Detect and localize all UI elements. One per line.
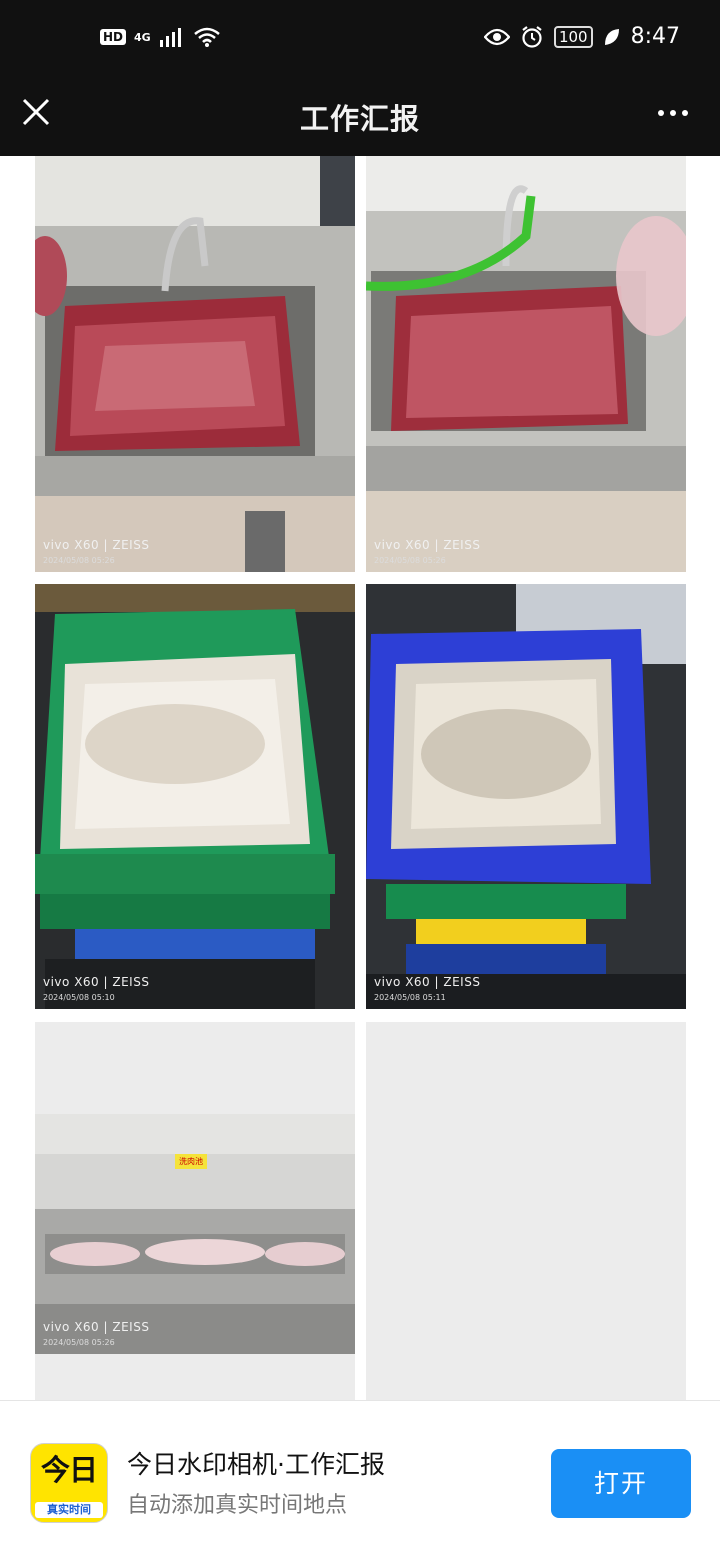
alarm-icon	[522, 25, 542, 48]
status-bar: HD 4G 100 8:47	[0, 0, 720, 84]
photo-4-date: 2024/05/08 05:11	[374, 993, 446, 1002]
app-icon[interactable]: 今日 真实时间	[30, 1443, 108, 1523]
banner-subtitle: 自动添加真实时间地点	[127, 1493, 348, 1518]
photo-4-image	[366, 584, 686, 1009]
photo-5-image	[35, 1114, 355, 1354]
photo-2-image	[366, 156, 686, 572]
photo-4-brand: vivo X60 | ZEISS	[374, 975, 481, 989]
photo-3-date: 2024/05/08 05:10	[43, 993, 115, 1002]
battery-level: 100	[558, 27, 588, 46]
hd-badge: HD	[100, 29, 127, 45]
battery-icon: 100	[553, 25, 593, 48]
photo-1-date: 2024/05/08 05:26	[43, 556, 115, 565]
app-icon-top: 今日	[40, 1453, 98, 1487]
photo-1-image	[35, 156, 355, 572]
nav-bar: 工作汇报	[0, 84, 720, 156]
signal-icon	[159, 28, 181, 47]
photo-5-date: 2024/05/08 05:26	[43, 1338, 115, 1347]
photo-grid[interactable]: vivo X60 | ZEISS 2024/05/08 05:26 vivo X…	[0, 156, 720, 1400]
photo-2[interactable]: vivo X60 | ZEISS 2024/05/08 05:26	[366, 156, 686, 572]
banner-title: 今日水印相机·工作汇报	[127, 1450, 385, 1479]
photo-2-brand: vivo X60 | ZEISS	[374, 538, 481, 552]
network-label: 4G	[134, 30, 151, 44]
wifi-icon	[193, 27, 220, 47]
photo-3-image	[35, 584, 355, 1009]
more-icon[interactable]	[658, 110, 688, 116]
photo-5[interactable]: 洗肉池 vivo X60 | ZEISS 2024/05/08 05:26	[35, 1114, 355, 1354]
app-icon-sub: 真实时间	[35, 1502, 103, 1518]
page-title: 工作汇报	[299, 102, 420, 136]
status-right: 100 8:47	[483, 24, 680, 49]
photo-4[interactable]: vivo X60 | ZEISS 2024/05/08 05:11	[366, 584, 686, 1009]
photo-3-brand: vivo X60 | ZEISS	[43, 975, 150, 989]
app-banner: 今日 真实时间 今日水印相机·工作汇报 自动添加真实时间地点 打开	[0, 1400, 720, 1560]
leaf-icon	[604, 28, 619, 45]
photo-2-date: 2024/05/08 05:26	[374, 556, 446, 565]
photo-5-brand: vivo X60 | ZEISS	[43, 1320, 150, 1334]
status-left: HD 4G	[100, 26, 221, 48]
sink-sign: 洗肉池	[179, 1157, 203, 1166]
status-time: 8:47	[630, 24, 680, 49]
photo-1-brand: vivo X60 | ZEISS	[43, 538, 150, 552]
photo-3[interactable]: vivo X60 | ZEISS 2024/05/08 05:10	[35, 584, 355, 1009]
eye-icon	[483, 28, 510, 45]
photo-1[interactable]: vivo X60 | ZEISS 2024/05/08 05:26	[35, 156, 355, 572]
photo-6-placeholder[interactable]	[366, 1022, 686, 1400]
open-button[interactable]: 打开	[551, 1449, 691, 1518]
